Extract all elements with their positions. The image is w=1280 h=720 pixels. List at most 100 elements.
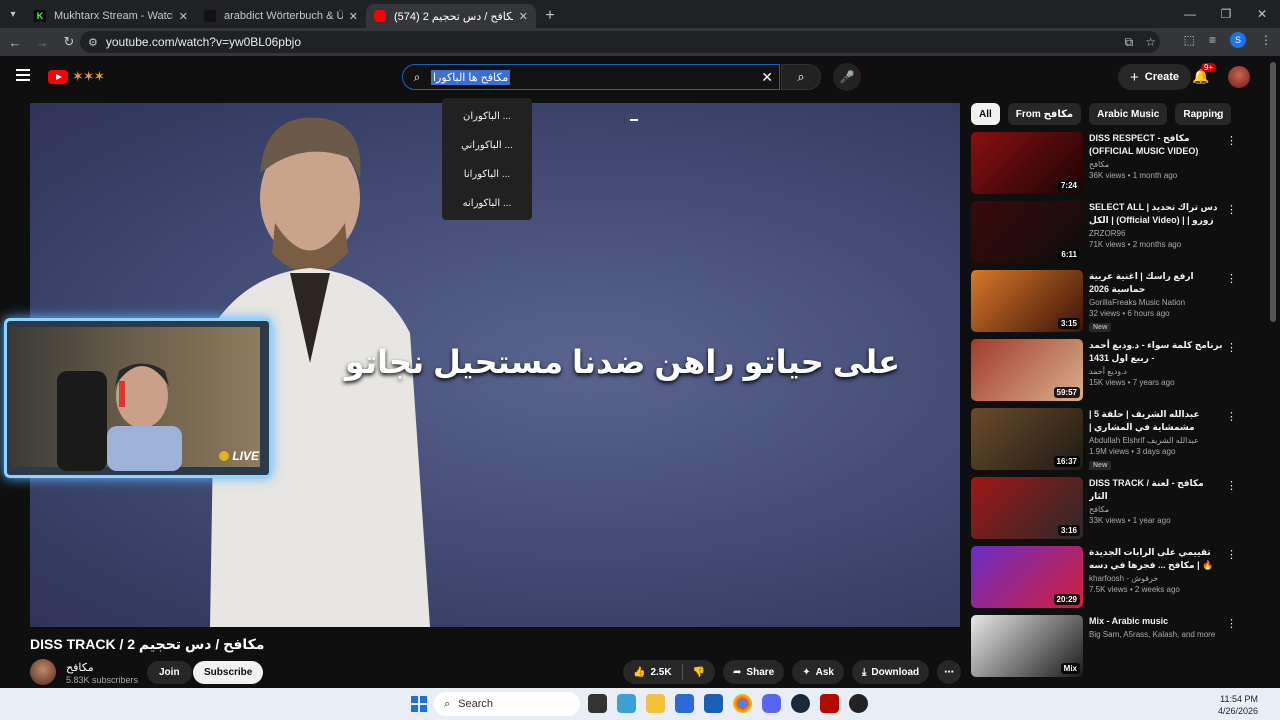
site-info-icon[interactable]: ⚙ — [88, 36, 98, 49]
youtube-logo[interactable]: ✶✶✶ — [48, 68, 105, 85]
reload-icon[interactable]: ↻ — [57, 30, 81, 54]
recommendation-channel[interactable]: kharfoosh - خرفوش — [1089, 574, 1223, 583]
steam-icon[interactable] — [791, 694, 810, 713]
more-options-icon[interactable]: ⋮ — [1226, 341, 1237, 354]
recommendation-channel[interactable]: GorillaFreaks Music Nation — [1089, 298, 1223, 307]
cast-icon[interactable]: ⧉ — [1125, 35, 1134, 50]
search-box[interactable]: ⌕ مكافح ها الباكورا ✕ — [402, 64, 780, 90]
chip-rapping[interactable]: Rapping — [1175, 103, 1232, 125]
bookmark-star-icon[interactable]: ☆ — [1145, 35, 1156, 50]
recommendation-thumbnail[interactable]: 6:11 — [971, 201, 1083, 263]
omnibox[interactable]: ⚙ youtube.com/watch?v=yw0BL06pbjo ⧉ ☆ — [80, 31, 1160, 53]
recommendation-thumbnail[interactable]: 16:37 — [971, 408, 1083, 470]
recommendation-title[interactable]: عبدالله الشريف | حلقة 5 | مشمشاية في الم… — [1089, 408, 1223, 434]
more-options-icon[interactable]: ⋮ — [1226, 272, 1237, 285]
recommendation-channel[interactable]: د.وديع أحمد — [1089, 367, 1223, 376]
recommendation-thumbnail[interactable]: 3:15 — [971, 270, 1083, 332]
tab-1[interactable]: K Mukhtarx Stream - Watch Live o ✕ — [26, 4, 196, 28]
join-button[interactable]: Join — [147, 661, 192, 684]
close-window-icon[interactable]: ✕ — [1244, 0, 1280, 28]
taskbar-search[interactable]: ⌕ Search — [434, 692, 580, 716]
obs-icon[interactable] — [849, 694, 868, 713]
recommendation-title[interactable]: ارفع راسك | اغنية عربية حماسية 2026 — [1089, 270, 1223, 296]
more-actions-icon[interactable]: ⋯ — [937, 660, 962, 684]
reading-list-icon[interactable]: ≡ — [1209, 33, 1216, 47]
page-scrollbar[interactable] — [1270, 62, 1276, 322]
acrobat-icon[interactable] — [820, 694, 839, 713]
channel-avatar[interactable] — [30, 659, 56, 685]
more-options-icon[interactable]: ⋮ — [1226, 203, 1237, 216]
system-clock[interactable]: 11:54 PM 4/26/2026 — [1218, 693, 1258, 717]
recommendation-channel[interactable]: مكافح — [1089, 160, 1223, 169]
recommendation-title[interactable]: DISS RESPECT - مكافح (OFFICIAL MUSIC VID… — [1089, 132, 1223, 158]
recommendation-thumbnail[interactable]: 7:24 — [971, 132, 1083, 194]
file-explorer-icon[interactable] — [646, 694, 665, 713]
subscribe-button[interactable]: Subscribe — [193, 661, 264, 684]
create-button[interactable]: + Create — [1118, 64, 1192, 90]
notifications-icon[interactable]: 🔔 9+ — [1192, 63, 1217, 85]
recommendation-thumbnail[interactable]: Mix — [971, 615, 1083, 677]
chrome-icon[interactable] — [733, 694, 752, 713]
recommendation-item[interactable]: 3:16 DISS TRACK / مكافح - لعنة الثار مكافح… — [971, 477, 1243, 539]
menu-icon[interactable] — [16, 69, 30, 84]
tab-2[interactable]: arabdict Wörterbuch & Überset ✕ — [196, 4, 366, 28]
tab-search-icon[interactable]: ▾ — [0, 0, 26, 28]
thumbs-up-icon[interactable]: 👍 — [633, 667, 645, 678]
new-tab-button[interactable]: + — [536, 4, 564, 28]
start-icon[interactable] — [411, 696, 427, 712]
more-options-icon[interactable]: ⋮ — [1226, 548, 1237, 561]
recommendation-channel[interactable]: مكافح — [1089, 505, 1223, 514]
close-tab-icon[interactable]: ✕ — [349, 10, 358, 23]
clear-search-icon[interactable]: ✕ — [761, 69, 773, 86]
recommendation-item[interactable]: 20:29 تقييمي على الرابات الجديدة 🔥 | مكاف… — [971, 546, 1243, 608]
suggestion-item[interactable]: الباكوراني ... — [442, 131, 532, 160]
recommendation-item[interactable]: 59:57 برنامج كلمة سواء - د.ودبع أحمد - رب… — [971, 339, 1243, 401]
recommendation-item[interactable]: 7:24 DISS RESPECT - مكافح (OFFICIAL MUSIC… — [971, 132, 1243, 194]
task-view-icon[interactable] — [588, 694, 607, 713]
chevron-right-icon[interactable]: › — [1216, 108, 1220, 123]
recommendation-title[interactable]: DISS TRACK / مكافح - لعنة الثار — [1089, 477, 1223, 503]
recommendation-thumbnail[interactable]: 20:29 — [971, 546, 1083, 608]
recommendation-channel[interactable]: Big Sam, A5rass, Kalash, and more — [1089, 630, 1223, 639]
recommendation-item[interactable]: 6:11 SELECT ALL | دس تراك تحديد الكل | (O… — [971, 201, 1243, 263]
suggestion-item[interactable]: الباكوران ... — [442, 102, 532, 131]
channel-name[interactable]: مكافح — [66, 661, 94, 674]
account-avatar[interactable] — [1228, 66, 1250, 88]
minimize-icon[interactable]: — — [1172, 0, 1208, 28]
search-input[interactable]: مكافح ها الباكورا — [431, 69, 511, 85]
browser-menu-icon[interactable]: ⋮ — [1260, 33, 1272, 47]
close-tab-icon[interactable]: ✕ — [519, 10, 528, 23]
chip-from-channel[interactable]: From مكافح — [1007, 103, 1082, 125]
recommendation-item[interactable]: Mix Mix - Arabic music Big Sam, A5rass, Ka… — [971, 615, 1243, 677]
download-button[interactable]: ⤓ Download — [851, 660, 930, 684]
recommendation-thumbnail[interactable]: 3:16 — [971, 477, 1083, 539]
more-options-icon[interactable]: ⋮ — [1226, 617, 1237, 630]
outlook-icon[interactable] — [704, 694, 723, 713]
profile-avatar[interactable]: S — [1230, 32, 1246, 48]
thumbs-down-icon[interactable]: 👎 — [693, 667, 705, 678]
widgets-icon[interactable] — [617, 694, 636, 713]
more-options-icon[interactable]: ⋮ — [1226, 479, 1237, 492]
maximize-icon[interactable]: ❐ — [1208, 0, 1244, 28]
search-button[interactable]: ⌕ — [781, 64, 821, 90]
like-dislike-button[interactable]: 👍 2.5K 👎 — [623, 660, 716, 684]
ask-button[interactable]: ✦ Ask — [792, 660, 844, 684]
recommendation-title[interactable]: Mix - Arabic music — [1089, 615, 1223, 628]
close-tab-icon[interactable]: ✕ — [179, 10, 188, 23]
recommendation-item[interactable]: 16:37 عبدالله الشريف | حلقة 5 | مشمشاية ف… — [971, 408, 1243, 470]
recommendation-title[interactable]: SELECT ALL | دس تراك تحديد الكل | (Offic… — [1089, 201, 1223, 227]
extensions-icon[interactable]: ⬚ — [1184, 33, 1195, 47]
recommendation-channel[interactable]: ZRZOR96 — [1089, 229, 1223, 238]
recommendation-thumbnail[interactable]: 59:57 — [971, 339, 1083, 401]
recommendation-title[interactable]: برنامج كلمة سواء - د.ودبع أحمد - ربيع او… — [1089, 339, 1223, 365]
store-icon[interactable] — [675, 694, 694, 713]
voice-search-icon[interactable]: 🎤 — [833, 63, 861, 91]
recommendation-channel[interactable]: Abdullah Elshrif عبدالله الشريف — [1089, 436, 1223, 445]
suggestion-item[interactable]: الباكورانه ... — [442, 189, 532, 218]
discord-icon[interactable] — [762, 694, 781, 713]
share-button[interactable]: ➦ Share — [723, 660, 785, 684]
recommendation-item[interactable]: 3:15 ارفع راسك | اغنية عربية حماسية 2026 G… — [971, 270, 1243, 332]
back-icon[interactable]: ← — [3, 30, 27, 54]
more-options-icon[interactable]: ⋮ — [1226, 134, 1237, 147]
url-text[interactable]: youtube.com/watch?v=yw0BL06pbjo — [106, 35, 301, 49]
